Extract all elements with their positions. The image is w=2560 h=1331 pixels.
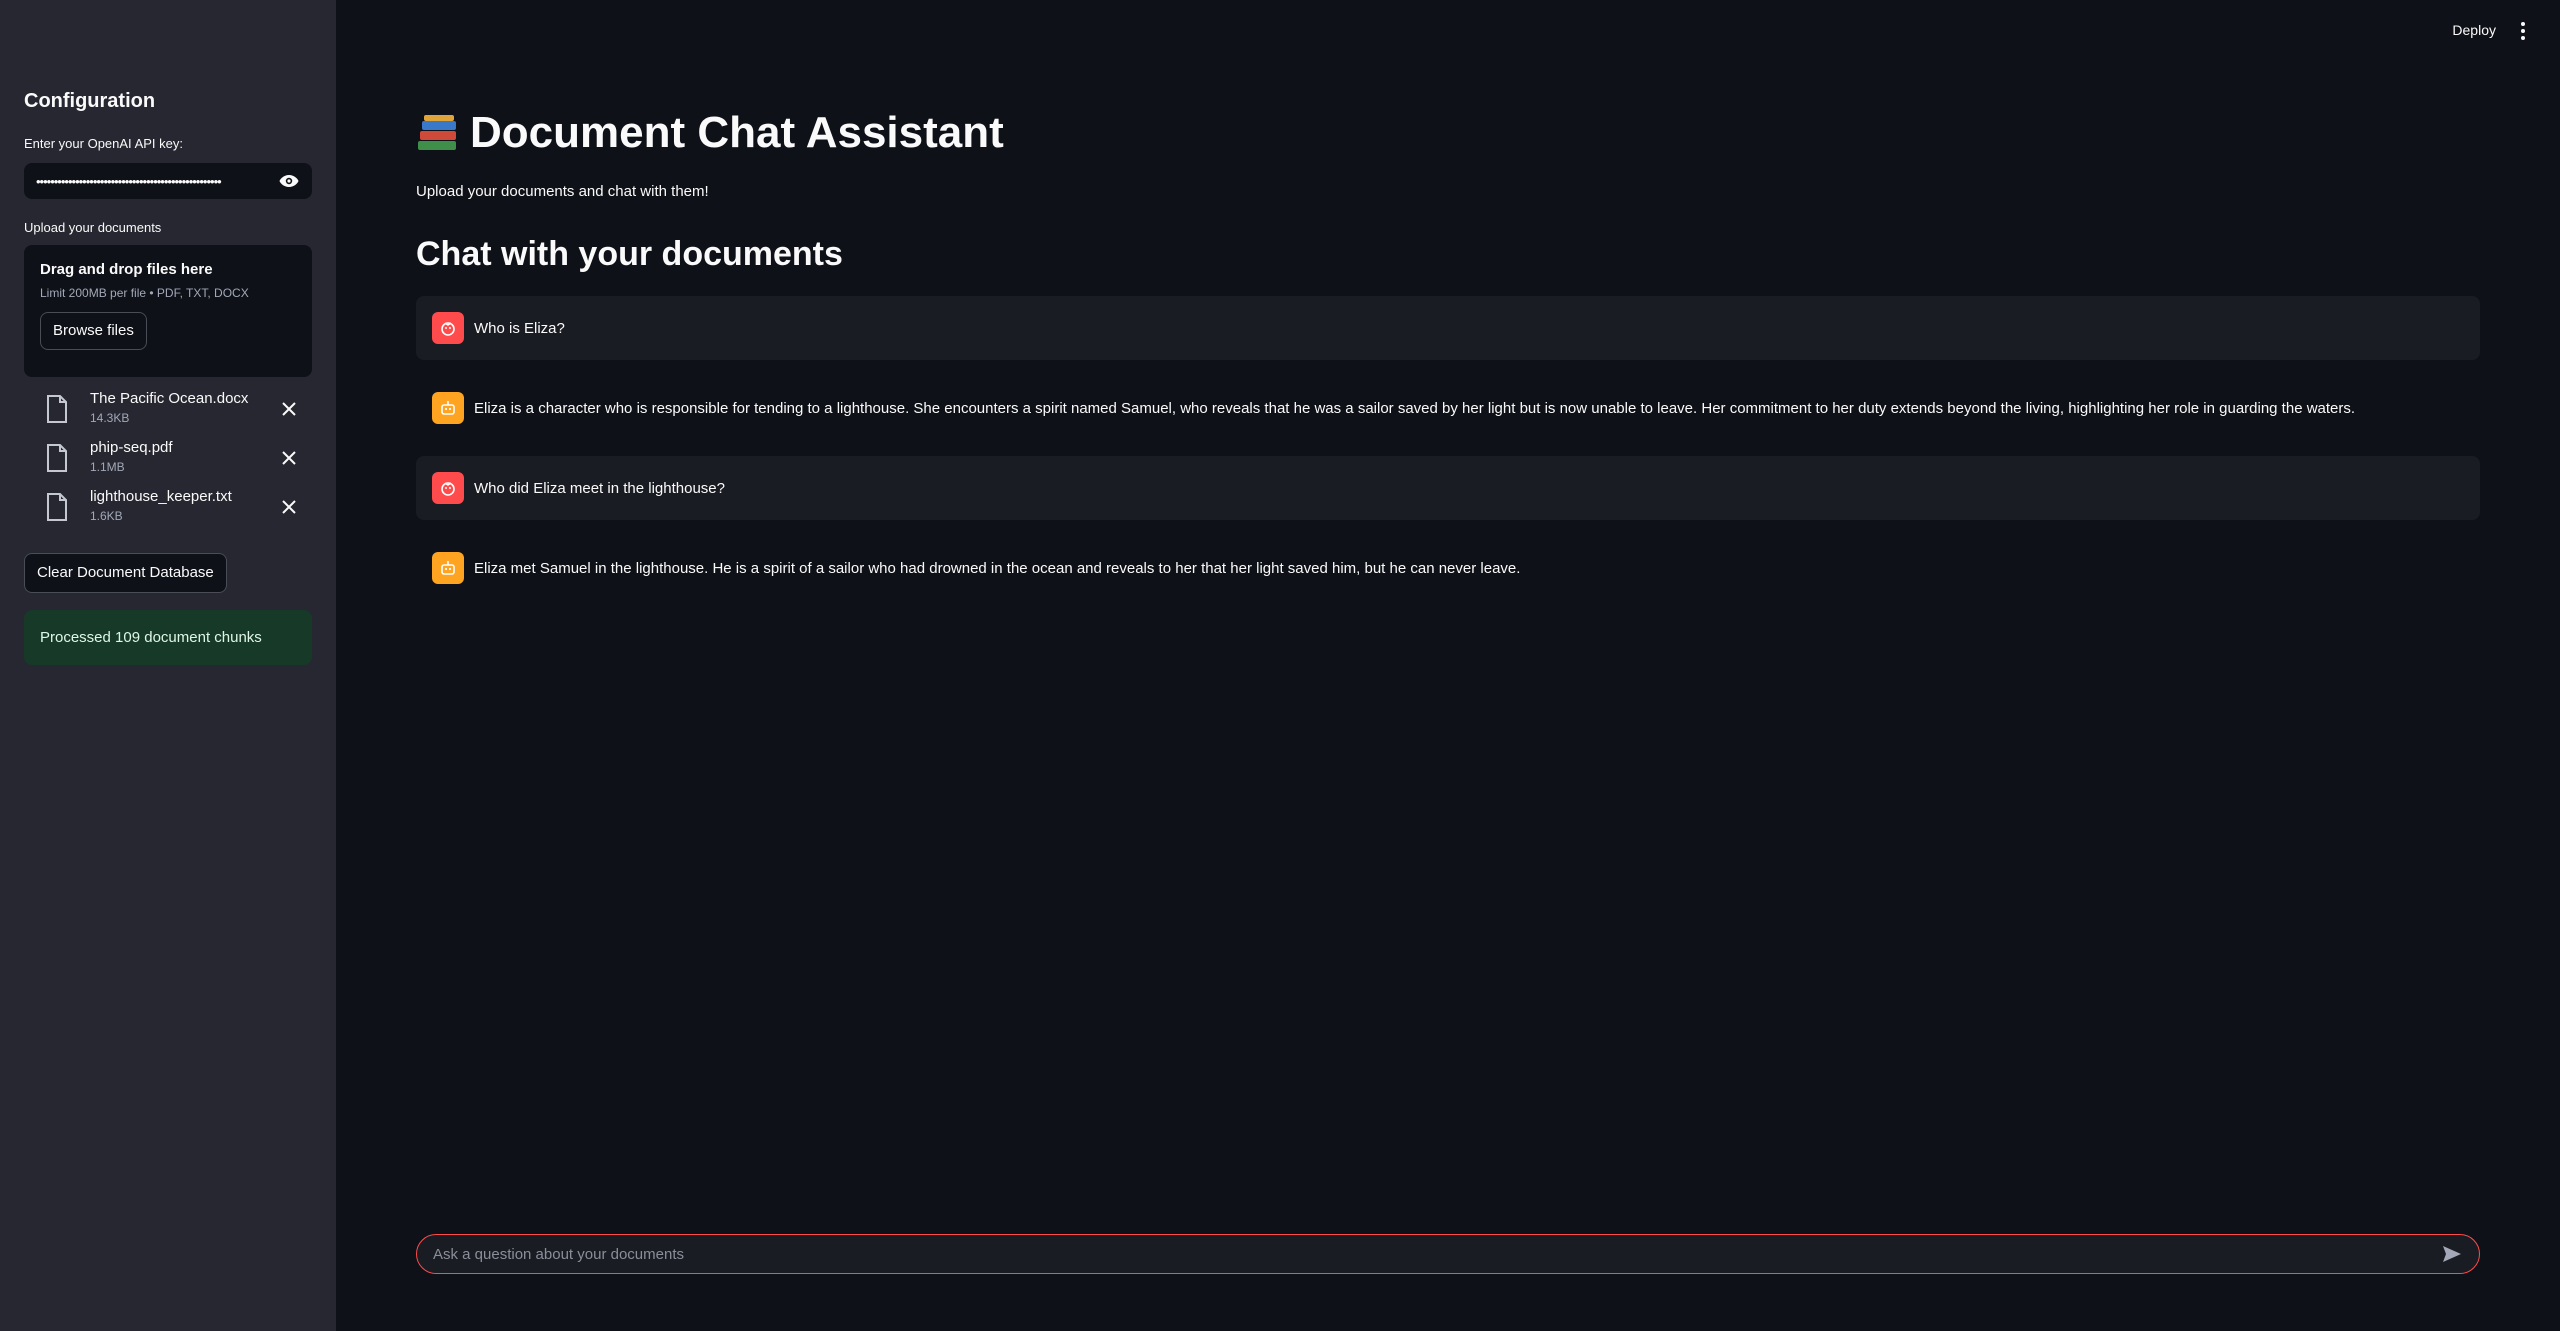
file-name: phip-seq.pdf	[90, 439, 173, 456]
clear-database-button[interactable]: Clear Document Database	[24, 553, 227, 593]
dropzone-limit: Limit 200MB per file • PDF, TXT, DOCX	[40, 286, 249, 300]
page-title: Document Chat Assistant	[416, 108, 1004, 158]
sidebar-title: Configuration	[24, 90, 156, 112]
user-avatar-icon	[432, 312, 464, 344]
close-icon[interactable]	[280, 449, 298, 467]
message-text: Who is Eliza?	[474, 319, 565, 337]
file-icon	[47, 493, 67, 521]
chat-message-user: Who is Eliza?	[416, 296, 2480, 360]
chat-message-assistant: Eliza is a character who is responsible …	[416, 376, 2480, 440]
show-password-icon[interactable]	[278, 170, 300, 192]
file-size: 1.6KB	[90, 509, 123, 523]
chat-input[interactable]	[433, 1245, 2441, 1263]
chat-input-container[interactable]	[416, 1234, 2480, 1274]
chat-message-assistant: Eliza met Samuel in the lighthouse. He i…	[416, 536, 2480, 600]
app-root: Configuration Enter your OpenAI API key:…	[0, 0, 2560, 1331]
user-avatar-icon	[432, 472, 464, 504]
books-icon	[418, 115, 456, 150]
kebab-menu-icon[interactable]	[2516, 20, 2530, 42]
chat-message-user: Who did Eliza meet in the lighthouse?	[416, 456, 2480, 520]
bot-avatar-icon	[432, 392, 464, 424]
page-title-text: Document Chat Assistant	[470, 108, 1004, 157]
section-title: Chat with your documents	[416, 235, 843, 273]
chat-history: Who is Eliza? Eliza is a character who i…	[416, 296, 2480, 600]
file-icon	[47, 395, 67, 423]
message-text: Eliza is a character who is responsible …	[474, 399, 2356, 417]
sidebar: Configuration Enter your OpenAI API key:…	[0, 0, 336, 1331]
file-dropzone[interactable]: Drag and drop files here Limit 200MB per…	[24, 245, 312, 377]
page-subtitle: Upload your documents and chat with them…	[416, 183, 709, 200]
api-key-value[interactable]: ••••••••••••••••••••••••••••••••••••••••…	[36, 174, 270, 189]
close-icon[interactable]	[280, 400, 298, 418]
main-content: Document Chat Assistant Upload your docu…	[336, 0, 2560, 1331]
status-alert: Processed 109 document chunks	[24, 610, 312, 665]
api-key-input[interactable]: ••••••••••••••••••••••••••••••••••••••••…	[24, 163, 312, 199]
uploaded-files-list: The Pacific Ocean.docx 14.3KB phip-seq.p…	[24, 388, 312, 535]
upload-label: Upload your documents	[24, 220, 162, 235]
message-text: Eliza met Samuel in the lighthouse. He i…	[474, 559, 1521, 577]
dropzone-title: Drag and drop files here	[40, 261, 213, 278]
file-item: phip-seq.pdf 1.1MB	[24, 437, 312, 486]
api-key-label: Enter your OpenAI API key:	[24, 136, 183, 151]
file-icon	[47, 444, 67, 472]
file-name: lighthouse_keeper.txt	[90, 488, 232, 505]
file-size: 14.3KB	[90, 411, 130, 425]
deploy-button[interactable]: Deploy	[2452, 22, 2496, 38]
message-text: Who did Eliza meet in the lighthouse?	[474, 479, 725, 497]
send-icon[interactable]	[2441, 1243, 2463, 1265]
file-size: 1.1MB	[90, 460, 125, 474]
close-icon[interactable]	[280, 498, 298, 516]
bot-avatar-icon	[432, 552, 464, 584]
file-item: The Pacific Ocean.docx 14.3KB	[24, 388, 312, 437]
file-name: The Pacific Ocean.docx	[90, 390, 249, 407]
file-item: lighthouse_keeper.txt 1.6KB	[24, 486, 312, 535]
browse-files-button[interactable]: Browse files	[40, 312, 147, 350]
